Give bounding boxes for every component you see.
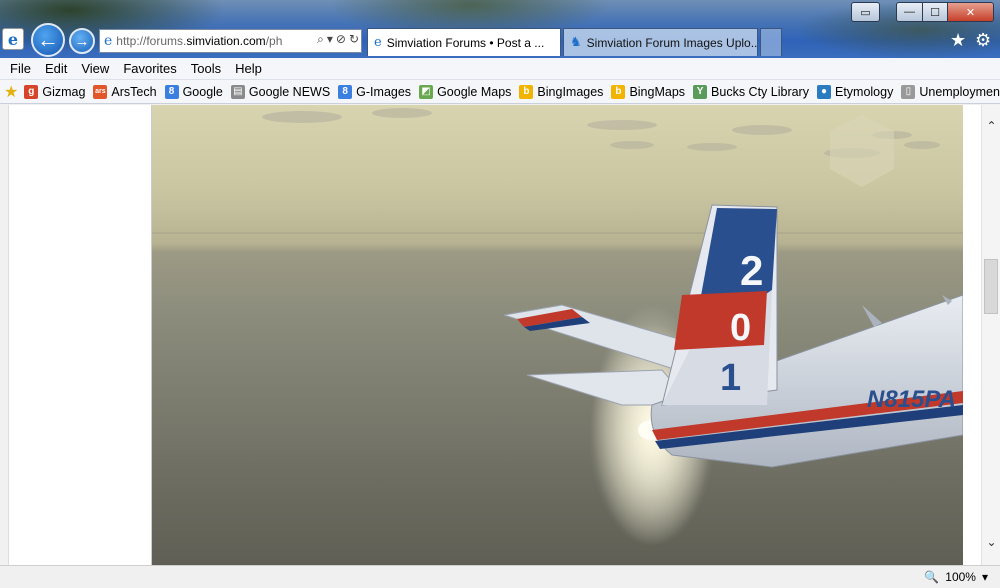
- menu-file[interactable]: File: [3, 61, 38, 76]
- registration-text: N815PA: [867, 386, 956, 413]
- zoom-dropdown-icon[interactable]: ▾: [982, 570, 988, 584]
- favorite-label: BingMaps: [629, 84, 686, 99]
- new-tab-button[interactable]: [760, 28, 782, 56]
- status-bar: 🔍 100% ▾: [0, 565, 1000, 588]
- favorite-label: G-Images: [356, 84, 412, 99]
- address-bar[interactable]: e http://forums. simviation.com/ph ⌕ ▾ ⊘ …: [99, 29, 362, 53]
- favorite-link[interactable]: 8 Google: [164, 84, 223, 99]
- add-to-favorites-icon[interactable]: ★: [4, 82, 18, 102]
- favorite-label: Google: [182, 84, 223, 99]
- dropdown-icon[interactable]: ▾: [327, 32, 333, 47]
- favorite-link[interactable]: ● Etymology: [816, 84, 894, 99]
- vertical-scrollbar[interactable]: ⌃ ⌄: [981, 105, 1000, 565]
- ie-logo-icon: e: [2, 28, 24, 50]
- favorite-icon: g: [24, 84, 39, 99]
- zoom-control[interactable]: 🔍 100% ▾: [924, 570, 988, 584]
- scroll-down-icon[interactable]: ⌄: [982, 535, 1000, 549]
- favorite-label: Gizmag: [42, 84, 86, 99]
- gear-icon[interactable]: ⚙: [975, 30, 991, 51]
- tab-simviation-forums[interactable]: e Simviation Forums • Post a ...: [367, 28, 561, 56]
- close-icon: ✕: [965, 6, 976, 19]
- airplane-scene: 2 0 1 N815PA: [152, 108, 964, 545]
- favorite-label: Unemployment: [919, 84, 1000, 99]
- favorites-list: g Gizmag ars ArsTech 8 Google ▤ Google NEWS 8 G-I…: [24, 84, 1000, 99]
- scroll-thumb[interactable]: [984, 259, 998, 314]
- tail-number-1: 2: [740, 247, 763, 294]
- favorite-icon: b: [611, 84, 626, 99]
- minimize-icon: —: [904, 6, 915, 18]
- url-prefix: http://forums.: [116, 34, 187, 48]
- favorite-link[interactable]: ars ArsTech: [93, 84, 157, 99]
- scroll-up-icon[interactable]: ⌃: [982, 119, 1000, 133]
- favorite-label: BingImages: [537, 84, 604, 99]
- favorites-bar: ★ g Gizmag ars ArsTech 8 Google ▤ Google NEWS 8 G…: [0, 80, 1000, 104]
- favorite-link[interactable]: b BingImages: [519, 84, 604, 99]
- tab-simviation-images[interactable]: ♞ Simviation Forum Images Uplo...: [563, 28, 758, 56]
- zoom-icon: 🔍: [924, 570, 940, 584]
- title-tab-bar: ▭ — ☐ ✕ e ← → e http://forums. simviation…: [0, 0, 1000, 58]
- maximize-button[interactable]: ☐: [922, 2, 948, 22]
- favorite-icon: ▯: [901, 84, 916, 99]
- search-icon[interactable]: ⌕: [317, 32, 324, 47]
- favorite-link[interactable]: ◩ Google Maps: [419, 84, 512, 99]
- forward-button[interactable]: →: [69, 28, 95, 54]
- favorite-link[interactable]: ▤ Google NEWS: [230, 84, 331, 99]
- maximize-icon: ☐: [930, 6, 940, 19]
- tab-label: Simviation Forum Images Uplo...: [586, 35, 758, 50]
- favorite-icon: ▤: [230, 84, 245, 99]
- favorite-label: Google Maps: [437, 84, 512, 99]
- close-window-button[interactable]: ✕: [947, 2, 994, 22]
- tail-number-3: 1: [720, 357, 741, 399]
- menu-view[interactable]: View: [74, 61, 116, 76]
- refresh-icon[interactable]: ↻: [349, 32, 359, 47]
- page-content: 2 0 1 N815PA: [0, 105, 981, 565]
- favorite-link[interactable]: b BingMaps: [611, 84, 686, 99]
- favorite-link[interactable]: g Gizmag: [24, 84, 86, 99]
- antenna: [862, 305, 882, 327]
- favorite-icon: 8: [338, 84, 353, 99]
- menu-edit[interactable]: Edit: [38, 61, 74, 76]
- tail-number-2: 0: [730, 307, 751, 349]
- menu-help[interactable]: Help: [228, 61, 269, 76]
- favorite-link[interactable]: ▯ Unemployment: [901, 84, 1000, 99]
- favorite-link[interactable]: Y Bucks Cty Library: [693, 84, 809, 99]
- favorite-label: ArsTech: [111, 84, 157, 99]
- minimize-button[interactable]: —: [896, 2, 923, 22]
- restore-page-button[interactable]: ▭: [851, 2, 880, 22]
- left-margin: [0, 105, 152, 565]
- back-arrow-icon: ←: [37, 27, 59, 52]
- menu-bar: File Edit View Favorites Tools Help: [0, 58, 1000, 80]
- menu-favorites[interactable]: Favorites: [116, 61, 183, 76]
- favorite-icon: Y: [693, 84, 708, 99]
- page-favicon-icon: e: [104, 33, 113, 49]
- url-suffix: /ph: [265, 34, 283, 48]
- screenshot-image: 2 0 1 N815PA: [152, 105, 964, 565]
- favorite-label: Etymology: [834, 84, 894, 99]
- tab-favicon-icon: ♞: [570, 35, 582, 50]
- menu-tools[interactable]: Tools: [184, 61, 228, 76]
- stop-icon[interactable]: ⊘: [336, 32, 346, 47]
- tab-favicon-icon: e: [374, 35, 382, 50]
- watermark-hexagon: [830, 115, 894, 187]
- favorite-label: Google NEWS: [248, 84, 331, 99]
- left-edge: [0, 105, 9, 565]
- favorite-icon: b: [519, 84, 534, 99]
- tab-label: Simviation Forums • Post a ...: [386, 35, 545, 50]
- right-margin: [963, 105, 981, 565]
- zoom-level: 100%: [945, 570, 976, 584]
- url-domain: simviation.com: [186, 34, 266, 48]
- favorite-icon: ●: [816, 84, 831, 99]
- favorite-icon: ◩: [419, 84, 434, 99]
- favorite-icon: 8: [164, 84, 179, 99]
- address-bar-controls: ⌕ ▾ ⊘ ↻: [314, 32, 359, 47]
- favorite-icon: ars: [93, 84, 108, 99]
- back-button[interactable]: ←: [31, 23, 65, 57]
- restore-page-icon: ▭: [860, 6, 871, 19]
- favorite-link[interactable]: 8 G-Images: [338, 84, 412, 99]
- favorite-label: Bucks Cty Library: [711, 84, 809, 99]
- favorites-star-icon[interactable]: ★: [950, 30, 966, 51]
- forward-arrow-icon: →: [74, 32, 90, 50]
